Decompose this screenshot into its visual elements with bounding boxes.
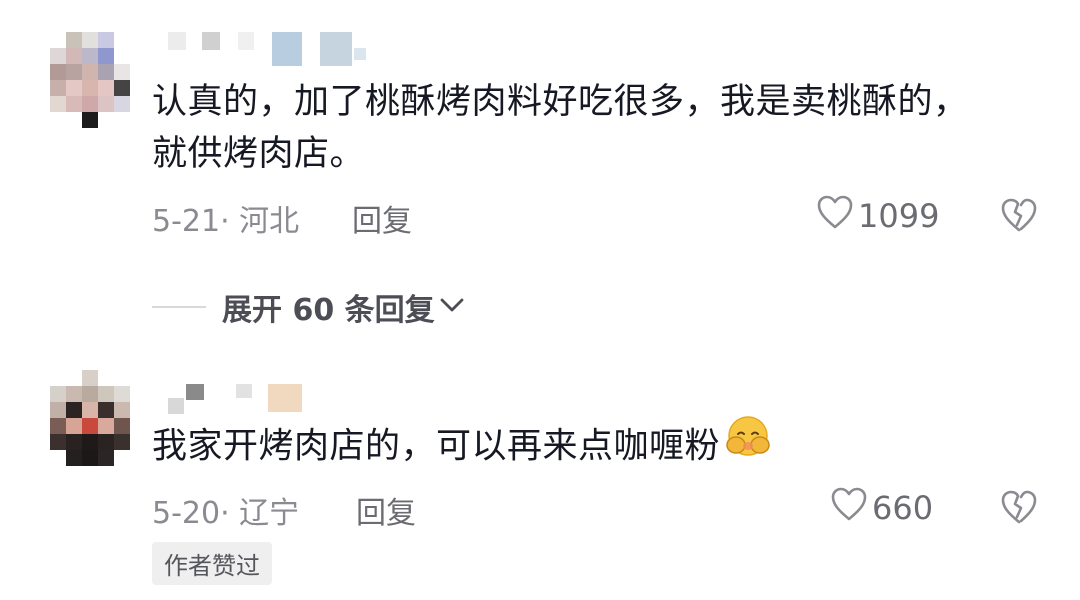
reply-button[interactable]: 回复 <box>356 488 416 532</box>
author-liked-badge: 作者赞过 <box>152 542 272 585</box>
expand-replies-button[interactable]: 展开 60 条回复 <box>152 285 467 329</box>
comment-text: 我家开烤肉店的，可以再来点咖喱粉 <box>152 416 772 477</box>
comment-text-line: 我家开烤肉店的，可以再来点咖喱粉 <box>152 426 721 467</box>
username-pixelated[interactable] <box>168 384 308 418</box>
expand-replies-label: 展开 60 条回复 <box>222 293 435 328</box>
dislike-button[interactable] <box>1000 489 1038 529</box>
like-count: 1099 <box>858 197 940 235</box>
broken-heart-icon <box>1000 198 1038 237</box>
chevron-down-icon <box>435 290 467 324</box>
divider-line <box>152 306 206 308</box>
avatar-pixelated[interactable] <box>50 32 134 132</box>
comment-text: 认真的，加了桃酥烤肉料好吃很多，我是卖桃酥的， 就供烤肉店。 <box>152 76 969 180</box>
dislike-button[interactable] <box>1000 197 1038 237</box>
like-button[interactable]: 1099 <box>816 194 939 238</box>
comment-text-line: 认真的，加了桃酥烤肉料好吃很多，我是卖桃酥的， <box>152 82 969 122</box>
avatar-pixelated[interactable] <box>50 370 134 470</box>
heart-outline-icon <box>816 194 858 238</box>
like-count: 660 <box>872 489 934 527</box>
comment-text-line: 就供烤肉店。 <box>152 134 366 174</box>
comment-date-location: 5-20· 辽宁 <box>152 496 300 531</box>
heart-outline-icon <box>830 486 872 530</box>
comment-date-location: 5-21· 河北 <box>152 204 300 239</box>
username-pixelated[interactable] <box>168 32 388 66</box>
reply-button[interactable]: 回复 <box>352 196 412 240</box>
face-with-hands-covering-emoji <box>724 414 772 473</box>
like-button[interactable]: 660 <box>830 486 933 530</box>
broken-heart-icon <box>1000 490 1038 529</box>
